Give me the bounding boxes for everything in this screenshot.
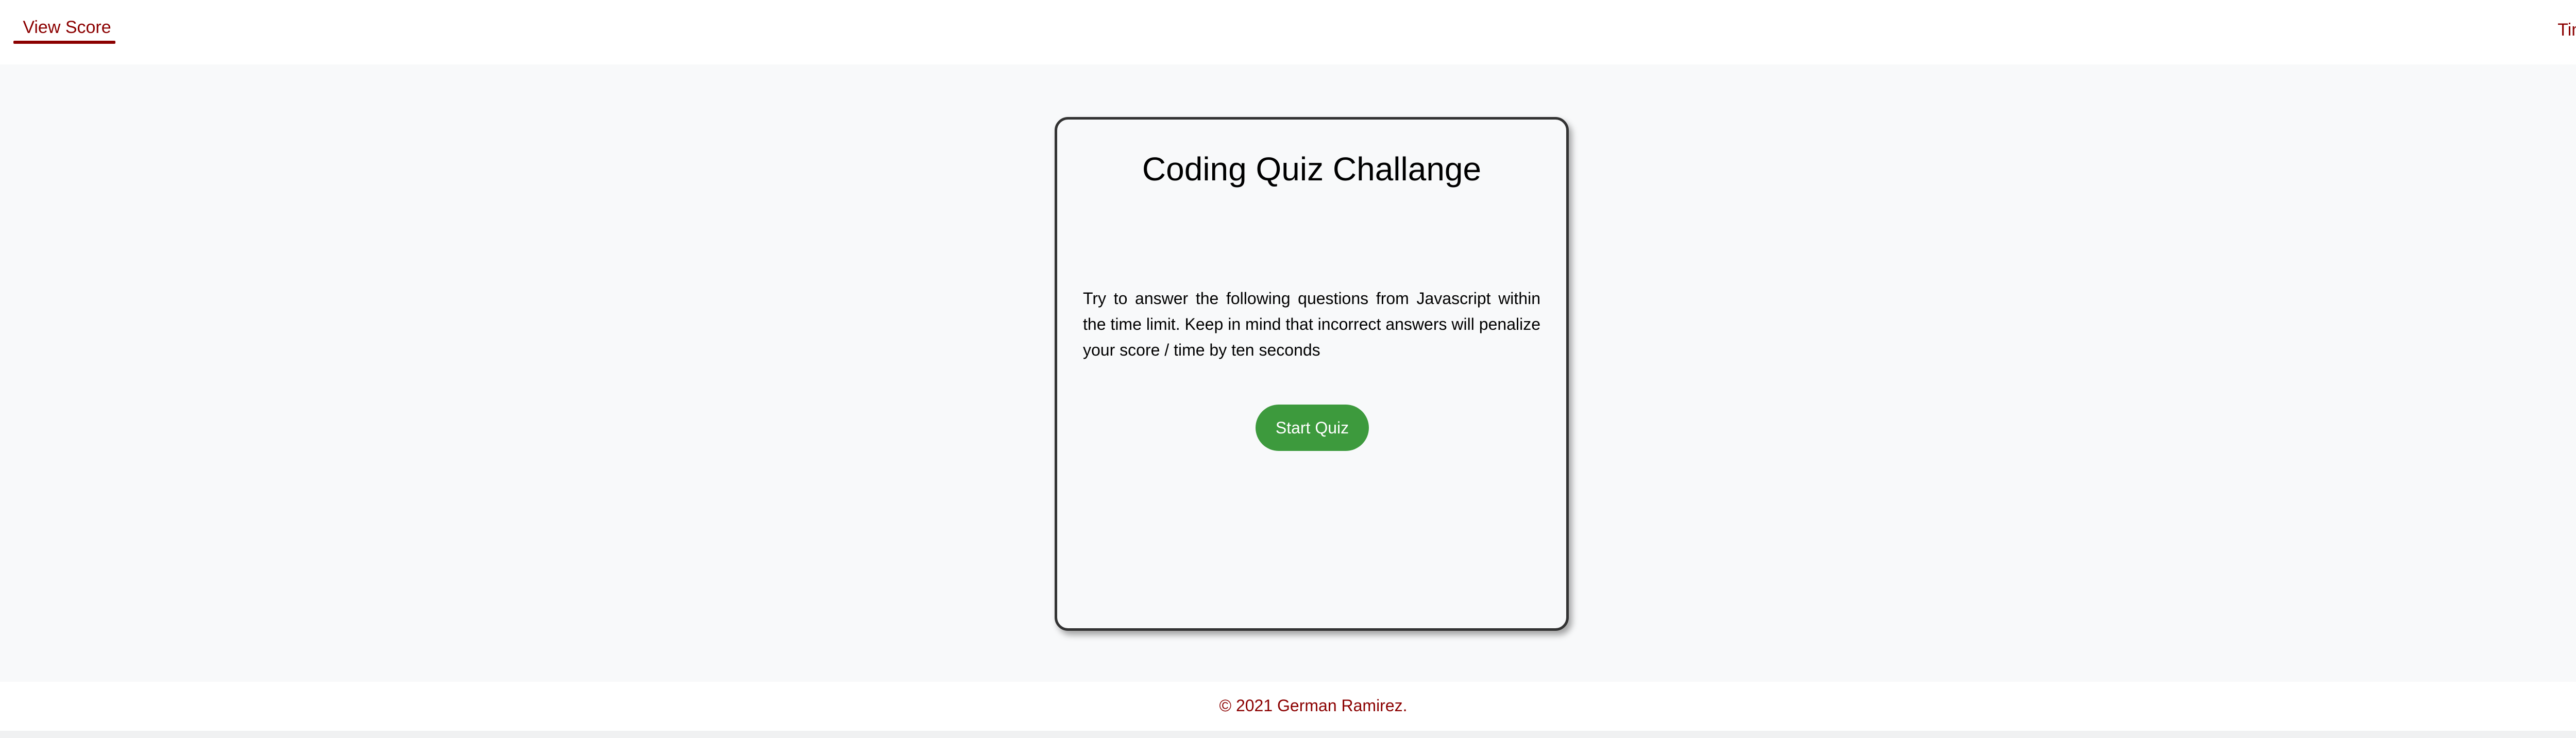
view-score-underline [13, 41, 115, 44]
quiz-title: Coding Quiz Challange [1142, 150, 1482, 188]
timer: Time: [2557, 19, 2576, 41]
bottom-strip [0, 731, 2576, 738]
start-quiz-button[interactable]: Start Quiz [1256, 405, 1369, 451]
view-score-link[interactable]: View Score [13, 14, 115, 44]
page-footer: © 2021 German Ramirez. [0, 682, 2576, 731]
top-header: View Score Time: [0, 0, 2576, 64]
quiz-card: Coding Quiz Challange Try to answer the … [1055, 117, 1569, 631]
copyright-text: © 2021 German Ramirez. [1219, 696, 1408, 715]
main-content: Coding Quiz Challange Try to answer the … [0, 64, 2576, 682]
time-label: Time: [2557, 20, 2576, 40]
quiz-instructions: Try to answer the following questions fr… [1083, 289, 1540, 359]
